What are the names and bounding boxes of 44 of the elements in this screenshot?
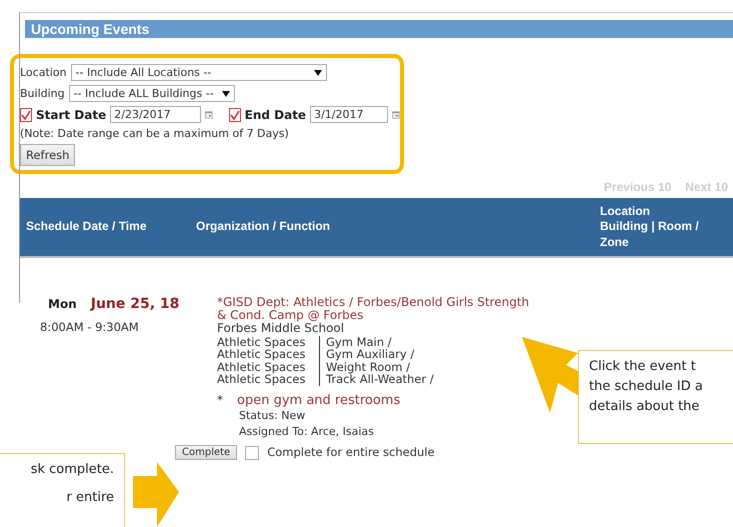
event-link[interactable]: *GISD Dept: Athletics / Forbes/Benold Girls Strength & Cond. Camp @ Forbes: [217, 296, 542, 322]
column-header[interactable]: Location Building | Room / Zone: [600, 204, 733, 250]
building-label: Building: [20, 87, 65, 100]
note-mark: *: [217, 394, 223, 408]
complete-all-label: Complete for entire schedule: [267, 446, 435, 460]
complete-button[interactable]: Complete: [175, 445, 238, 460]
callout-text: the schedule ID a: [589, 378, 704, 396]
space-room: Gym Main /: [319, 336, 517, 348]
callout-text: details about the: [589, 398, 700, 416]
panel-title: Upcoming Events: [25, 20, 733, 38]
space-area: Athletic Spaces: [217, 373, 319, 386]
caret-icon: [222, 90, 230, 98]
event-day: Mon: [48, 297, 77, 311]
callout-text: sk complete.: [30, 461, 114, 479]
end-date-field[interactable]: 3/1/2017: [310, 106, 388, 123]
arrow-icon: [133, 462, 179, 527]
location-label: Location: [20, 66, 67, 79]
event-note: open gym and restrooms: [237, 394, 400, 408]
space-room: Gym Auxiliary /: [319, 348, 517, 361]
refresh-button[interactable]: Refresh: [20, 144, 76, 166]
start-date-label: Start Date: [36, 108, 106, 122]
end-date-label: End Date: [244, 108, 306, 122]
space-room: Weight Room /: [319, 360, 517, 374]
assigned-text: Assigned To: Arce, Isaias: [239, 424, 374, 440]
callout-text: Click the event t: [589, 358, 697, 376]
space-area: Athletic Spaces: [217, 348, 319, 361]
date-range-note: (Note: Date range can be a maximum of 7 Days): [20, 127, 290, 140]
caret-icon: [314, 68, 322, 76]
space-room: Track All-Weather /: [319, 373, 517, 386]
column-header[interactable]: Schedule Date / Time: [26, 219, 196, 235]
status-text: Status: New: [239, 408, 306, 424]
building-name: Forbes Middle School: [217, 322, 346, 336]
checkbox[interactable]: [20, 108, 32, 122]
checkbox[interactable]: [228, 108, 241, 122]
space-area: Athletic Spaces: [217, 360, 319, 374]
event-time: 8:00AM - 9:30AM: [40, 320, 140, 334]
space-area: Athletic Spaces: [217, 336, 319, 348]
callout-text: r entire: [66, 489, 114, 508]
start-date-field[interactable]: 2/23/2017: [110, 106, 202, 123]
column-header[interactable]: Organization / Function: [196, 219, 600, 235]
building-dropdown[interactable]: -- Include ALL Buildings --: [68, 85, 235, 102]
location-dropdown[interactable]: -- Include All Locations --: [70, 64, 327, 81]
event-date: June 25, 18: [90, 296, 180, 312]
checkbox[interactable]: [245, 446, 260, 460]
